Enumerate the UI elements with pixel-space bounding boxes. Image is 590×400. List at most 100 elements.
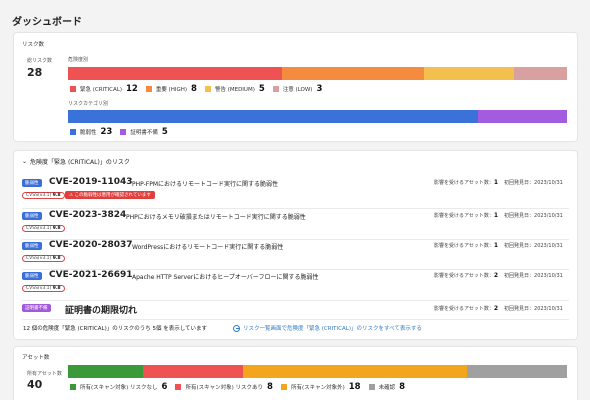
critical-section-header: 危険度「緊急 (CRITICAL)」のリスク	[30, 159, 130, 166]
cvss-score-badge: CVSS(v3.1) 9.8	[22, 225, 65, 232]
view-all-link-label: リスク一覧画面で危険度「緊急 (CRITICAL)」のリスクをすべて表示する	[243, 326, 422, 332]
asset-bar	[68, 365, 567, 378]
asset-segment	[68, 365, 143, 378]
risk-section-label: リスク数	[22, 42, 45, 48]
view-all-critical-link[interactable]: リスク一覧画面で危険度「緊急 (CRITICAL)」のリスクをすべて表示する	[233, 324, 422, 332]
category-badge: 脆弱性	[22, 212, 42, 220]
category-segment	[68, 110, 478, 123]
severity-legend-item: 注意 (LOW) 3	[272, 84, 323, 94]
severity-segment	[424, 67, 514, 80]
risk-id: 証明書の期限切れ	[65, 306, 138, 316]
risk-row[interactable]: 脆弱性 CVE-2023-3824 PHPにおけるメモリ破損またはリモートコード…	[22, 210, 569, 238]
risk-id: CVE-2023-3824	[49, 210, 127, 220]
legend-label: 重要 (HIGH)	[155, 87, 188, 93]
legend-swatch	[280, 384, 287, 390]
legend-count: 8	[191, 84, 197, 94]
risk-row[interactable]: 証明書不備 証明書の期限切れ 影響を受けるアセット数：2 初回発見日：2023/…	[22, 303, 569, 317]
cvss-score-badge: CVSS(v3.1) 9.8	[22, 285, 65, 292]
asset-segment	[142, 365, 243, 378]
asset-count-card: アセット数 所有アセット数 40 所有(スキャン対象) リスクなし 6 所有(スキャ…	[14, 347, 577, 400]
legend-count: 18	[348, 382, 361, 392]
category-badge: 証明書不備	[22, 304, 51, 312]
owned-assets-count: 40	[27, 378, 43, 391]
category-segment	[477, 110, 567, 123]
critical-section-toggle[interactable]: ⌄ 危険度「緊急 (CRITICAL)」のリスク	[22, 157, 130, 166]
first-found-date: 初回発見日：2023/10/31	[504, 180, 563, 186]
first-found-date: 初回発見日：2023/10/31	[504, 213, 563, 219]
category-badge: 脆弱性	[22, 272, 42, 280]
arrow-circle-icon	[233, 324, 240, 332]
severity-segment	[68, 67, 282, 80]
category-bar	[68, 110, 567, 123]
legend-count: 6	[161, 382, 168, 392]
legend-swatch	[120, 129, 127, 135]
legend-label: 緊急 (CRITICAL)	[80, 87, 122, 93]
category-label: リスクカテゴリ別	[68, 101, 109, 107]
legend-swatch	[368, 384, 375, 390]
owned-assets-label: 所有アセット数	[27, 371, 62, 377]
severity-legend-item: 重要 (HIGH) 8	[145, 84, 197, 94]
legend-count: 5	[258, 84, 265, 94]
severity-legend-item: 警告 (MEDIUM) 5	[204, 84, 265, 94]
affected-assets: 影響を受けるアセット数：1	[434, 212, 499, 219]
asset-legend: 所有(スキャン対象) リスクなし 6 所有(スキャン対象) リスクあり 8 所有(スキャ…	[70, 382, 413, 392]
divider	[22, 319, 569, 320]
asset-legend-item: 所有(スキャン対象) リスクあり 8	[175, 382, 273, 392]
severity-legend-item: 緊急 (CRITICAL) 12	[70, 84, 138, 94]
first-found-date: 初回発見日：2023/10/31	[504, 306, 563, 312]
asset-legend-item: 未確認 8	[368, 382, 406, 392]
legend-count: 3	[316, 84, 323, 94]
risk-count-card: リスク数 総リスク数 28 危険度別 緊急 (CRITICAL) 12 重要 (HI…	[14, 33, 577, 141]
asset-segment	[242, 365, 468, 378]
legend-label: 脆弱性	[80, 130, 97, 136]
legend-label: 所有(スキャン対象) リスクなし	[80, 385, 158, 391]
severity-segment	[513, 67, 567, 80]
legend-swatch	[145, 86, 152, 92]
risk-id: CVE-2019-11043	[49, 177, 133, 187]
affected-assets: 影響を受けるアセット数：2	[434, 272, 499, 279]
affected-assets: 影響を受けるアセット数：1	[434, 179, 499, 186]
category-badge: 脆弱性	[22, 179, 42, 187]
legend-count: 23	[100, 127, 113, 137]
divider	[22, 208, 569, 209]
critical-risks-card: ⌄ 危険度「緊急 (CRITICAL)」のリスク 脆弱性 CVE-2019-11…	[14, 151, 577, 339]
category-legend: 脆弱性 23 証明書不備 5	[70, 127, 176, 137]
severity-label: 危険度別	[68, 57, 89, 63]
category-badge: 脆弱性	[22, 242, 42, 250]
legend-label: 所有(スキャン対象) リスクあり	[185, 385, 264, 391]
legend-count: 8	[267, 382, 273, 392]
risk-title: Apache HTTP Serverにおけるヒープオーバーフローに関する脆弱性	[132, 274, 319, 281]
asset-segment	[467, 365, 567, 378]
asset-legend-item: 所有(スキャン対象) リスクなし 6	[70, 382, 167, 392]
severity-bar	[68, 67, 567, 80]
risk-row[interactable]: 脆弱性 CVE-2021-26691 Apache HTTP Serverにおけ…	[22, 270, 569, 298]
page-title: ダッシュボード	[12, 17, 82, 28]
total-risk-count: 28	[27, 66, 43, 79]
legend-count: 12	[125, 84, 138, 94]
legend-swatch	[70, 129, 76, 135]
affected-assets: 影響を受けるアセット数：1	[434, 242, 499, 249]
risk-id: CVE-2021-26691	[49, 270, 133, 280]
risk-row[interactable]: 脆弱性 CVE-2020-28037 WordPressにおけるリモートコード実…	[22, 240, 569, 268]
category-legend-item: 脆弱性 23	[70, 127, 112, 137]
risk-row[interactable]: 脆弱性 CVE-2019-11043 PHP-FPMにおけるリモートコード実行に…	[22, 177, 569, 205]
first-found-date: 初回発見日：2023/10/31	[504, 243, 563, 249]
chevron-down-icon: ⌄	[22, 158, 28, 165]
risk-title: WordPressにおけるリモートコード実行に関する脆弱性	[132, 244, 284, 251]
legend-label: 証明書不備	[130, 130, 158, 136]
legend-count: 8	[399, 382, 406, 392]
exploited-warning-badge: ⚠ この脆弱性は悪用が確認されています	[65, 191, 155, 199]
total-risk-label: 総リスク数	[27, 58, 53, 64]
legend-swatch	[70, 384, 76, 390]
risk-title: PHP-FPMにおけるリモートコード実行に関する脆弱性	[132, 181, 279, 188]
risk-title: PHPにおけるメモリ破損またはリモートコード実行に関する脆弱性	[126, 214, 306, 221]
legend-label: 警告 (MEDIUM)	[214, 87, 255, 93]
legend-label: 未確認	[378, 385, 396, 391]
legend-swatch	[272, 86, 279, 92]
first-found-date: 初回発見日：2023/10/31	[504, 273, 563, 279]
severity-legend: 緊急 (CRITICAL) 12 重要 (HIGH) 8 警告 (MEDIUM) 5 注意 …	[70, 84, 330, 94]
legend-label: 注意 (LOW)	[282, 87, 313, 93]
asset-legend-item: 所有(スキャン対象外) 18	[280, 382, 361, 392]
category-legend-item: 証明書不備 5	[120, 127, 168, 137]
risk-id: CVE-2020-28037	[49, 240, 133, 250]
